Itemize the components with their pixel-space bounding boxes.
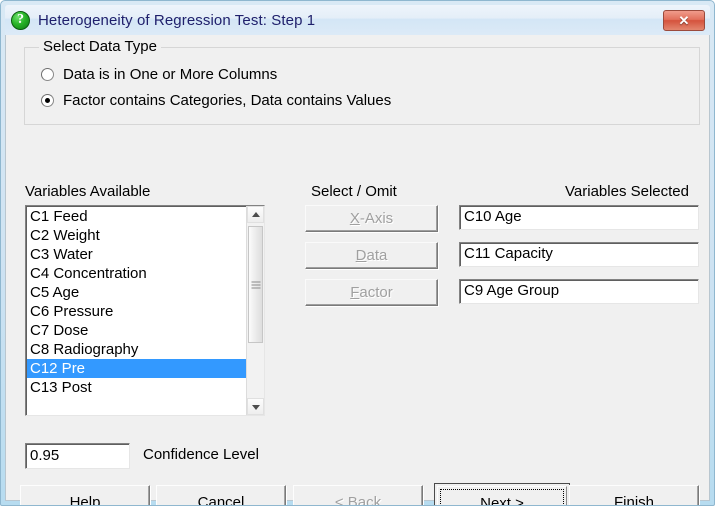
x-axis-button[interactable]: X-Axis	[305, 205, 438, 232]
listbox-scrollbar[interactable]	[246, 206, 264, 415]
finish-button-accel: F	[613, 494, 624, 506]
variables-available-listbox[interactable]: C1 Feed C2 Weight C3 Water C4 Concentrat…	[25, 205, 265, 416]
radio-factor-label: Factor contains Categories, Data contain…	[63, 92, 392, 109]
data-button-label: ata	[366, 247, 388, 264]
help-button-accel: H	[69, 494, 81, 506]
list-item[interactable]: C4 Concentration	[27, 264, 246, 283]
variables-available-heading: Variables Available	[25, 183, 151, 200]
list-item[interactable]: C7 Dose	[27, 321, 246, 340]
scrollbar-grip-icon	[251, 281, 260, 288]
next-button-inner: Next >	[437, 486, 567, 506]
back-button-accel: <	[334, 494, 344, 506]
factor-selected-field[interactable]: C9 Age Group	[459, 279, 699, 304]
back-button-label: Back	[343, 494, 382, 506]
list-item-selected[interactable]: C12 Pre	[27, 359, 246, 378]
finish-button[interactable]: Finish	[569, 485, 699, 506]
scroll-down-arrow-icon[interactable]	[247, 398, 264, 415]
listbox-items[interactable]: C1 Feed C2 Weight C3 Water C4 Concentrat…	[26, 206, 246, 415]
list-item[interactable]: C5 Age	[27, 283, 246, 302]
variables-selected-heading: Variables Selected	[565, 183, 689, 200]
back-button[interactable]: < Back	[293, 485, 423, 506]
data-button-accel: D	[355, 247, 367, 264]
list-item[interactable]: C2 Weight	[27, 226, 246, 245]
radio-factor-icon[interactable]	[41, 94, 54, 107]
x-axis-button-label: -Axis	[359, 210, 394, 227]
groupbox-title: Select Data Type	[39, 38, 161, 55]
x-axis-selected-field[interactable]: C10 Age	[459, 205, 699, 230]
x-axis-button-accel: X	[349, 210, 360, 227]
close-button[interactable]: ✕	[663, 9, 705, 31]
question-mark-icon: ?	[11, 10, 30, 30]
confidence-level-input[interactable]: 0.95	[25, 443, 130, 469]
cancel-button-accel: C	[197, 494, 209, 506]
data-selected-field[interactable]: C11 Capacity	[459, 242, 699, 267]
list-item[interactable]: C6 Pressure	[27, 302, 246, 321]
dialog-client-area: Select Data Type Data is in One or More …	[5, 35, 710, 505]
next-button-focus-rect: Next >	[440, 489, 564, 506]
cancel-button[interactable]: Cancel	[156, 485, 286, 506]
radio-option-factor[interactable]: Factor contains Categories, Data contain…	[41, 92, 391, 109]
list-item[interactable]: C3 Water	[27, 245, 246, 264]
list-item[interactable]: C1 Feed	[27, 207, 246, 226]
next-button-label: Next	[480, 495, 516, 506]
finish-button-label: inish	[623, 494, 655, 506]
scroll-up-arrow-icon[interactable]	[247, 206, 264, 223]
list-item[interactable]: C13 Post	[27, 378, 246, 397]
scrollbar-thumb[interactable]	[248, 226, 263, 343]
select-omit-heading: Select / Omit	[311, 183, 397, 200]
help-button-label: elp	[80, 494, 101, 506]
next-button-accel: >	[515, 495, 524, 506]
factor-button-label: actor	[359, 284, 393, 301]
radio-option-columns[interactable]: Data is in One or More Columns	[41, 66, 277, 83]
select-data-type-groupbox: Select Data Type Data is in One or More …	[24, 38, 700, 125]
next-button[interactable]: Next >	[434, 483, 570, 506]
dialog-window: ? Heterogeneity of Regression Test: Step…	[0, 0, 715, 506]
window-title: Heterogeneity of Regression Test: Step 1	[38, 11, 316, 29]
radio-columns-icon[interactable]	[41, 68, 54, 81]
confidence-level-label: Confidence Level	[143, 446, 259, 463]
title-bar: ? Heterogeneity of Regression Test: Step…	[5, 5, 710, 35]
help-button[interactable]: Help	[20, 485, 150, 506]
data-button[interactable]: Data	[305, 242, 438, 269]
factor-button[interactable]: Factor	[305, 279, 438, 306]
cancel-button-label: ancel	[208, 494, 245, 506]
radio-columns-label: Data is in One or More Columns	[63, 66, 278, 83]
list-item[interactable]: C8 Radiography	[27, 340, 246, 359]
